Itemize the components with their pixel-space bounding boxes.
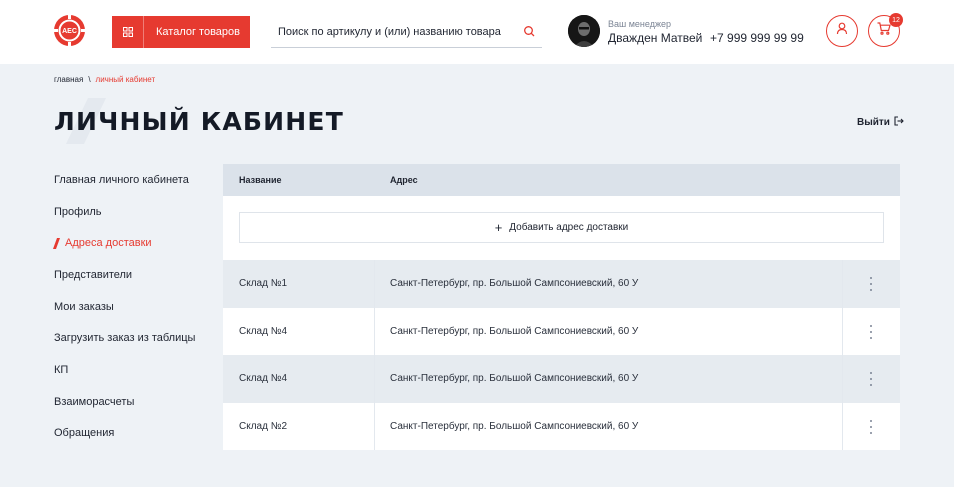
manager-name: Дважден Матвей bbox=[608, 31, 703, 45]
row-address: Санкт-Петербург, пр. Большой Сампсониевс… bbox=[390, 420, 639, 432]
sidebar-item-label: Адреса доставки bbox=[65, 237, 152, 250]
column-divider bbox=[374, 402, 375, 450]
user-icon bbox=[836, 22, 848, 40]
add-address-area: + Добавить адрес доставки bbox=[223, 196, 900, 260]
logo-text: АЕС bbox=[62, 28, 77, 35]
column-header-address: Адрес bbox=[390, 175, 418, 185]
row-name: Склад №4 bbox=[239, 325, 288, 337]
search-placeholder: Поиск по артикулу и (или) названию товар… bbox=[278, 26, 501, 38]
sidebar-item-label: Обращения bbox=[54, 427, 115, 440]
column-divider bbox=[842, 355, 843, 403]
sidebar-item-label: Взаиморасчеты bbox=[54, 395, 135, 408]
table-row[interactable]: Склад №4 Санкт-Петербург, пр. Большой Са… bbox=[223, 355, 900, 403]
sidebar-item-orders[interactable]: Мои заказы bbox=[54, 291, 214, 323]
column-divider bbox=[374, 260, 375, 308]
column-divider bbox=[374, 307, 375, 355]
column-divider bbox=[842, 307, 843, 355]
sidebar-item-dashboard[interactable]: Главная личного кабинета bbox=[54, 164, 214, 196]
row-menu-icon[interactable] bbox=[865, 323, 877, 341]
column-divider bbox=[842, 260, 843, 308]
sidebar-item-profile[interactable]: Профиль bbox=[54, 196, 214, 228]
row-name: Склад №4 bbox=[239, 373, 288, 384]
row-address: Санкт-Петербург, пр. Большой Сампсониевс… bbox=[390, 278, 639, 289]
add-address-label: Добавить адрес доставки bbox=[509, 222, 629, 233]
sidebar-item-label: Мои заказы bbox=[54, 300, 114, 313]
logo-icon[interactable]: АЕС bbox=[53, 14, 86, 47]
search-input[interactable]: Поиск по артикулу и (или) названию товар… bbox=[271, 16, 542, 48]
table-row[interactable]: Склад №2 Санкт-Петербург, пр. Большой Са… bbox=[223, 402, 900, 450]
breadcrumb-separator: \ bbox=[88, 75, 91, 84]
account-sidebar: Главная личного кабинета Профиль Адреса … bbox=[52, 164, 214, 450]
row-name: Склад №2 bbox=[239, 420, 288, 432]
table-row[interactable]: Склад №1 Санкт-Петербург, пр. Большой Са… bbox=[223, 260, 900, 308]
user-account-button[interactable] bbox=[826, 15, 858, 47]
table-row[interactable]: Склад №4 Санкт-Петербург, пр. Большой Са… bbox=[223, 307, 900, 355]
cart-icon bbox=[877, 22, 891, 40]
catalog-button[interactable]: Каталог товаров bbox=[112, 16, 250, 48]
add-address-button[interactable]: + Добавить адрес доставки bbox=[239, 212, 884, 243]
logout-icon bbox=[894, 116, 904, 129]
logout-label: Выйти bbox=[857, 117, 890, 128]
sidebar-item-settlements[interactable]: Взаиморасчеты bbox=[54, 386, 214, 418]
page-title: ЛИЧНЫЙ КАБИНЕТ bbox=[54, 107, 344, 136]
manager-avatar bbox=[568, 15, 600, 47]
site-header: АЕС Каталог товаров Поиск по артикулу и … bbox=[0, 0, 954, 64]
catalog-label: Каталог товаров bbox=[156, 26, 240, 38]
cart-count-badge: 12 bbox=[889, 13, 903, 27]
row-address: Санкт-Петербург, пр. Большой Сампсониевс… bbox=[390, 325, 639, 337]
sidebar-item-upload-order[interactable]: Загрузить заказ из таблицы bbox=[54, 322, 214, 354]
sidebar-item-label: Представители bbox=[54, 268, 133, 281]
sidebar-item-label: Загрузить заказ из таблицы bbox=[54, 332, 196, 345]
table-header: Название Адрес bbox=[223, 164, 900, 196]
plus-icon: + bbox=[494, 220, 503, 235]
column-divider bbox=[374, 355, 375, 403]
sidebar-item-label: Главная личного кабинета bbox=[54, 173, 189, 186]
breadcrumb-home[interactable]: главная bbox=[54, 75, 83, 84]
row-menu-icon[interactable] bbox=[865, 275, 877, 293]
breadcrumb: главная \ личный кабинет bbox=[54, 75, 155, 84]
column-divider bbox=[842, 402, 843, 450]
row-address: Санкт-Петербург, пр. Большой Сампсониевс… bbox=[390, 373, 639, 384]
addresses-table: Название Адрес + Добавить адрес доставки… bbox=[223, 164, 900, 450]
breadcrumb-current: личный кабинет bbox=[95, 75, 156, 84]
grid-icon bbox=[112, 16, 144, 48]
search-icon[interactable] bbox=[523, 25, 536, 38]
row-menu-icon[interactable] bbox=[865, 370, 877, 388]
sidebar-item-addresses[interactable]: Адреса доставки bbox=[52, 227, 214, 259]
sidebar-item-label: КП bbox=[54, 363, 69, 376]
sidebar-item-label: Профиль bbox=[54, 205, 102, 218]
manager-phone[interactable]: +7 999 999 99 99 bbox=[710, 31, 804, 45]
sidebar-item-representatives[interactable]: Представители bbox=[54, 259, 214, 291]
active-marker bbox=[52, 237, 61, 249]
column-header-name: Название bbox=[239, 175, 282, 185]
sidebar-item-kp[interactable]: КП bbox=[54, 354, 214, 386]
manager-caption: Ваш менеджер bbox=[608, 19, 671, 29]
logout-button[interactable]: Выйти bbox=[857, 116, 904, 129]
sidebar-item-requests[interactable]: Обращения bbox=[54, 418, 214, 450]
row-menu-icon[interactable] bbox=[865, 418, 877, 436]
row-name: Склад №1 bbox=[239, 278, 288, 289]
